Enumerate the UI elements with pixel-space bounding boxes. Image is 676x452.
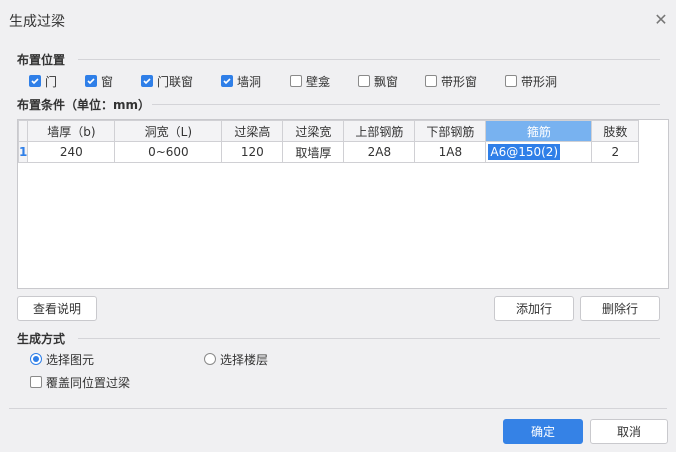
checkbox-strip-window[interactable]: 带形窗	[425, 73, 477, 89]
conditions-heading: 布置条件（单位：mm）	[17, 98, 151, 112]
table-cell[interactable]: 120	[221, 141, 284, 163]
column-header[interactable]: 洞宽（L)	[114, 120, 223, 142]
title-bar: 生成过梁 ✕	[0, 0, 676, 40]
checkbox-niche[interactable]: 壁龛	[290, 73, 330, 89]
radio-label: 选择图元	[46, 352, 95, 367]
cell-edit-input[interactable]: A6@150(2)	[488, 144, 561, 160]
table-cell[interactable]: 1A8	[414, 141, 487, 163]
checkbox-door[interactable]: 门	[29, 73, 57, 89]
divider	[78, 59, 660, 60]
checkbox-overwrite[interactable]: 覆盖同位置过梁	[30, 374, 130, 390]
checkbox-door-window[interactable]: 门联窗	[141, 73, 193, 89]
checkbox-icon	[505, 75, 517, 87]
column-header[interactable]: 过梁宽	[282, 120, 345, 142]
footer-divider	[9, 408, 667, 409]
checkbox-icon	[358, 75, 370, 87]
checkbox-window[interactable]: 窗	[85, 73, 113, 89]
checkbox-icon	[425, 75, 437, 87]
generate-heading: 生成方式	[17, 332, 66, 346]
lintel-conditions-table: 墙厚（b) 洞宽（L) 过梁高 过梁宽 上部钢筋 下部钢筋 箍筋 肢数 1 24…	[17, 119, 669, 289]
checkbox-strip-opening[interactable]: 带形洞	[505, 73, 557, 89]
table-row[interactable]: 1 240 0~600 120 取墙厚 2A8 1A8 A6@150(2) 2	[17, 141, 640, 163]
corner-cell	[17, 120, 29, 142]
checkbox-label: 窗	[101, 74, 114, 89]
column-header-active[interactable]: 箍筋	[485, 120, 593, 142]
table-header-row: 墙厚（b) 洞宽（L) 过梁高 过梁宽 上部钢筋 下部钢筋 箍筋 肢数	[17, 120, 640, 142]
column-header[interactable]: 肢数	[591, 120, 640, 142]
checkbox-label: 门联窗	[157, 74, 194, 89]
ok-button[interactable]: 确定	[503, 419, 583, 444]
radio-label: 选择楼层	[220, 352, 269, 367]
checkbox-label: 带形洞	[521, 74, 558, 89]
cancel-button[interactable]: 取消	[590, 419, 668, 444]
checkbox-wall-opening[interactable]: 墙洞	[221, 73, 261, 89]
row-number[interactable]: 1	[17, 141, 29, 163]
generate-lintel-dialog: 生成过梁 ✕ 布置位置 门 窗 门联窗 墙洞 壁龛 飘窗 带形窗 带形洞 布置条…	[0, 0, 676, 452]
checkbox-icon	[29, 75, 41, 87]
radio-select-floor[interactable]: 选择楼层	[204, 351, 268, 367]
checkbox-icon	[85, 75, 97, 87]
checkbox-label: 门	[45, 74, 58, 89]
placement-heading: 布置位置	[17, 53, 66, 67]
close-icon[interactable]: ✕	[651, 10, 671, 30]
divider	[152, 104, 660, 105]
checkbox-label: 壁龛	[306, 74, 331, 89]
table-cell-editing[interactable]: A6@150(2)	[485, 141, 593, 163]
view-help-button[interactable]: 查看说明	[17, 296, 97, 321]
column-header[interactable]: 过梁高	[221, 120, 284, 142]
checkbox-label: 覆盖同位置过梁	[46, 375, 131, 390]
column-header[interactable]: 上部钢筋	[343, 120, 416, 142]
delete-row-button[interactable]: 删除行	[580, 296, 660, 321]
table-cell[interactable]: 240	[27, 141, 116, 163]
divider	[78, 338, 660, 339]
radio-icon	[204, 353, 216, 365]
column-header[interactable]: 墙厚（b)	[27, 120, 116, 142]
checkbox-icon	[30, 376, 42, 388]
checkbox-label: 墙洞	[237, 74, 262, 89]
checkbox-icon	[221, 75, 233, 87]
table-cell[interactable]: 取墙厚	[282, 141, 345, 163]
table-cell[interactable]: 2A8	[343, 141, 416, 163]
add-row-button[interactable]: 添加行	[494, 296, 574, 321]
checkbox-bay-window[interactable]: 飘窗	[358, 73, 398, 89]
checkbox-icon	[290, 75, 302, 87]
table-cell[interactable]: 0~600	[114, 141, 223, 163]
checkbox-label: 带形窗	[441, 74, 478, 89]
checkbox-label: 飘窗	[374, 74, 399, 89]
radio-select-element[interactable]: 选择图元	[30, 351, 94, 367]
radio-icon	[30, 353, 42, 365]
conditions-grid: 墙厚（b) 洞宽（L) 过梁高 过梁宽 上部钢筋 下部钢筋 箍筋 肢数 1 24…	[17, 120, 640, 163]
checkbox-icon	[141, 75, 153, 87]
dialog-title: 生成过梁	[9, 14, 65, 30]
column-header[interactable]: 下部钢筋	[414, 120, 487, 142]
table-cell[interactable]: 2	[591, 141, 640, 163]
